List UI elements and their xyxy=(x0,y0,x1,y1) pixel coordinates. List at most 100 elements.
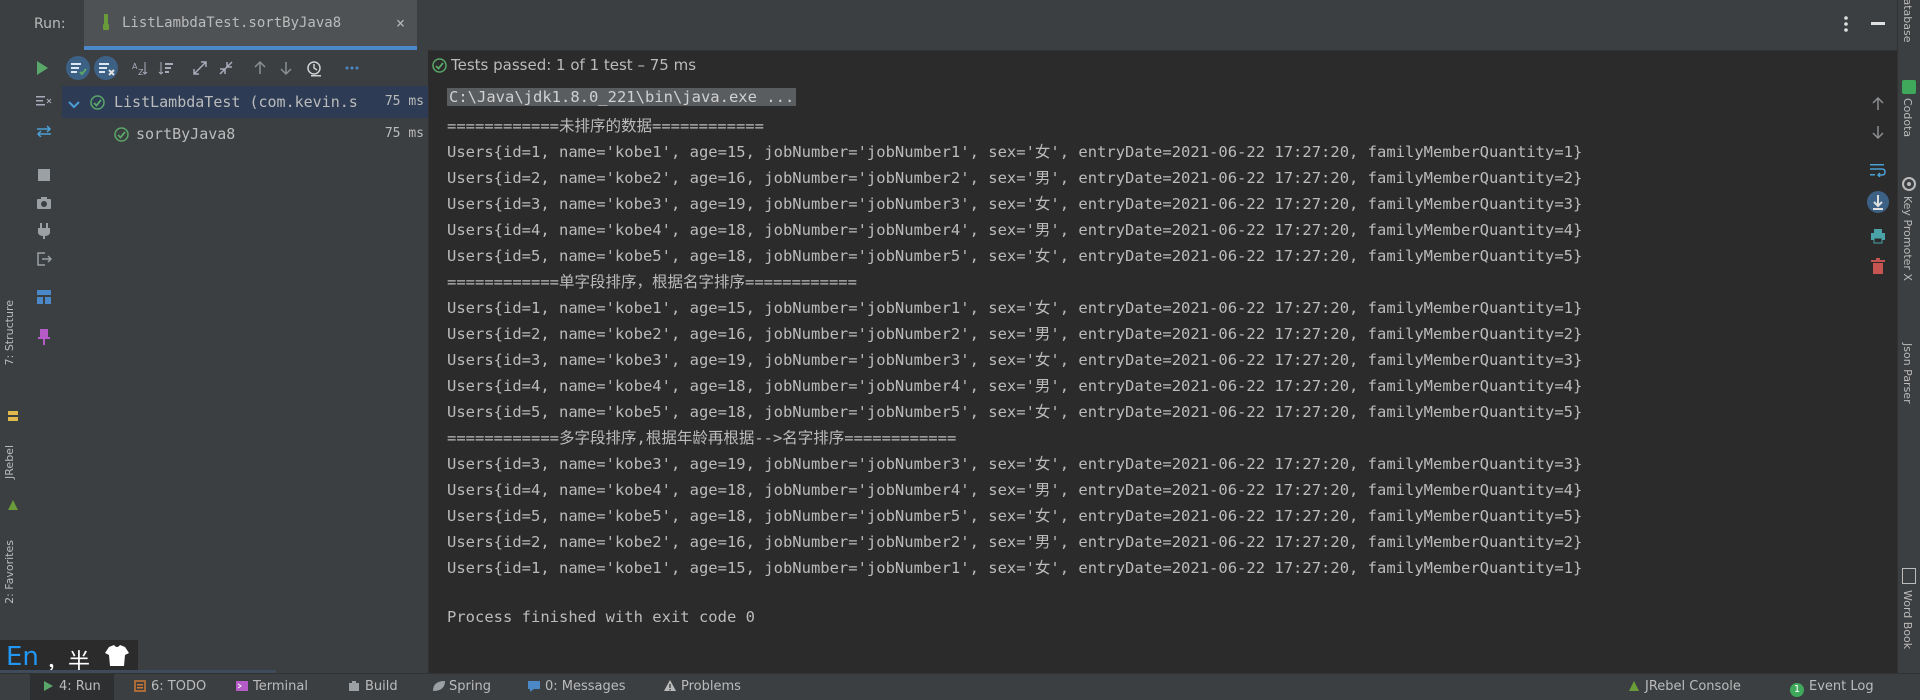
console-command-line[interactable]: C:\Java\jdk1.8.0_221\bin\java.exe ... xyxy=(447,88,797,106)
test-method-name: sortByJava8 xyxy=(136,125,236,143)
expand-all-button[interactable] xyxy=(186,50,214,86)
tab-messages[interactable]: 0: Messages xyxy=(528,679,626,694)
ime-language: En xyxy=(6,642,39,672)
soft-wrap-button[interactable] xyxy=(26,86,62,116)
plugin-button[interactable] xyxy=(26,216,62,246)
event-count-badge: 1 xyxy=(1790,683,1804,697)
database-tool-button[interactable]: Database xyxy=(1901,0,1914,43)
expand-all-icon xyxy=(193,61,207,75)
tab-jrebel-console[interactable]: JRebel Console xyxy=(1628,679,1741,694)
tab-event-log-label: Event Log xyxy=(1809,679,1874,694)
stop-icon xyxy=(38,169,50,181)
test-history-button[interactable] xyxy=(300,50,328,86)
tab-terminal[interactable]: Terminal xyxy=(236,679,308,694)
tree-node-test-method[interactable]: sortByJava8 75 ms xyxy=(62,118,428,150)
ime-skin-icon xyxy=(104,645,130,671)
tab-event-log[interactable]: 1 Event Log xyxy=(1790,679,1874,697)
layout-button[interactable] xyxy=(26,282,62,312)
tab-todo-label: 6: TODO xyxy=(151,679,207,694)
layout-icon xyxy=(37,290,51,304)
test-results-tree: ListLambdaTest (com.kevin.s 75 ms sortBy… xyxy=(62,86,429,673)
messages-icon xyxy=(528,680,540,692)
filter-clear-icon xyxy=(36,96,52,106)
exit-button[interactable] xyxy=(26,244,62,274)
console-line: ============多字段排序,根据年龄再根据-->名字排序========… xyxy=(447,429,957,447)
tab-run[interactable]: 4: Run xyxy=(42,679,101,694)
word-book-icon xyxy=(1902,568,1916,584)
scroll-down-button[interactable] xyxy=(1864,118,1892,146)
passed-check-icon xyxy=(90,95,105,114)
console-line: Users{id=2, name='kobe2', age=16, jobNum… xyxy=(447,533,1583,551)
stop-button[interactable] xyxy=(26,160,62,190)
jrebel-icon xyxy=(1628,680,1640,692)
build-icon xyxy=(348,680,360,692)
jrebel-tool-button[interactable]: JRebel xyxy=(3,445,16,479)
console-output[interactable]: C:\Java\jdk1.8.0_221\bin\java.exe ... ==… xyxy=(429,86,1858,673)
console-line: Users{id=1, name='kobe1', age=15, jobNum… xyxy=(447,299,1583,317)
key-promoter-icon xyxy=(1901,176,1917,196)
test-flask-icon xyxy=(103,14,109,30)
dump-threads-button[interactable] xyxy=(26,188,62,218)
structure-icon xyxy=(7,407,19,421)
console-line: Users{id=4, name='kobe4', age=18, jobNum… xyxy=(447,481,1583,499)
previous-failed-button[interactable] xyxy=(246,50,274,86)
json-parser-tool-button[interactable]: Json Parser xyxy=(1901,343,1914,404)
tab-problems[interactable]: Problems xyxy=(664,679,741,694)
pin-tab-button[interactable] xyxy=(26,322,62,352)
arrow-up-icon xyxy=(254,60,266,74)
print-button[interactable] xyxy=(1864,222,1892,250)
ime-indicator: En ，半 xyxy=(0,640,276,675)
run-tool-window-header: Run: ListLambdaTest.sortByJava8 × xyxy=(26,0,1898,51)
favorites-tool-button[interactable]: 2: Favorites xyxy=(3,540,16,604)
scroll-up-button[interactable] xyxy=(1864,90,1892,118)
arrow-down-icon xyxy=(1872,126,1884,139)
console-line: Process finished with exit code 0 xyxy=(447,608,755,626)
structure-tool-button[interactable]: 7: Structure xyxy=(3,300,16,365)
swap-button[interactable] xyxy=(26,116,62,146)
tests-status-text: Tests passed: 1 of 1 test – 75 ms xyxy=(451,56,697,74)
show-ignored-button[interactable] xyxy=(92,50,120,86)
minimize-icon[interactable] xyxy=(1871,22,1885,25)
codota-icon xyxy=(1902,80,1916,94)
more-options-icon[interactable] xyxy=(1836,14,1856,34)
console-gutter xyxy=(1858,86,1898,673)
tab-messages-label: 0: Messages xyxy=(545,679,626,694)
tab-spring[interactable]: Spring xyxy=(432,679,491,694)
pin-icon xyxy=(38,329,50,345)
chevron-down-icon[interactable] xyxy=(68,96,80,114)
play-icon xyxy=(42,680,54,692)
close-icon[interactable]: × xyxy=(396,14,405,32)
next-failed-button[interactable] xyxy=(272,50,300,86)
sort-duration-icon xyxy=(158,62,173,75)
collapse-all-icon xyxy=(219,61,233,75)
play-icon xyxy=(37,61,48,75)
sort-by-duration-button[interactable] xyxy=(152,50,180,86)
key-promoter-tool-button[interactable]: Key Promoter X xyxy=(1901,196,1914,281)
more-actions-button[interactable] xyxy=(338,50,366,86)
tests-status: Tests passed: 1 of 1 test – 75 ms xyxy=(432,56,696,77)
sort-alphabetically-button[interactable]: AZ xyxy=(126,50,154,86)
collapse-all-button[interactable] xyxy=(212,50,240,86)
scroll-to-end-icon xyxy=(1867,191,1889,213)
terminal-icon xyxy=(236,680,248,692)
console-line: Users{id=5, name='kobe5', age=18, jobNum… xyxy=(447,507,1583,525)
tab-run-config[interactable]: ListLambdaTest.sortByJava8 × xyxy=(84,0,417,50)
ellipsis-icon xyxy=(345,66,359,70)
word-book-tool-button[interactable]: Word Book xyxy=(1901,590,1914,649)
tree-node-test-class[interactable]: ListLambdaTest (com.kevin.s 75 ms xyxy=(62,86,428,118)
console-line: Users{id=5, name='kobe5', age=18, jobNum… xyxy=(447,247,1583,265)
tab-build[interactable]: Build xyxy=(348,679,398,694)
show-ignored-icon xyxy=(94,56,118,80)
tab-title: ListLambdaTest.sortByJava8 xyxy=(122,15,342,31)
show-passed-button[interactable] xyxy=(64,50,92,86)
camera-icon xyxy=(37,197,51,209)
warning-icon xyxy=(664,680,676,692)
tab-todo[interactable]: 6: TODO xyxy=(134,679,206,694)
rerun-button[interactable] xyxy=(28,50,56,86)
clear-all-button[interactable] xyxy=(1864,252,1892,280)
soft-wrap-button[interactable] xyxy=(1864,156,1892,184)
scroll-to-end-button[interactable] xyxy=(1864,188,1892,216)
test-method-duration: 75 ms xyxy=(384,126,424,141)
codota-tool-button[interactable]: Codota xyxy=(1901,98,1914,137)
console-line: Users{id=3, name='kobe3', age=19, jobNum… xyxy=(447,195,1583,213)
